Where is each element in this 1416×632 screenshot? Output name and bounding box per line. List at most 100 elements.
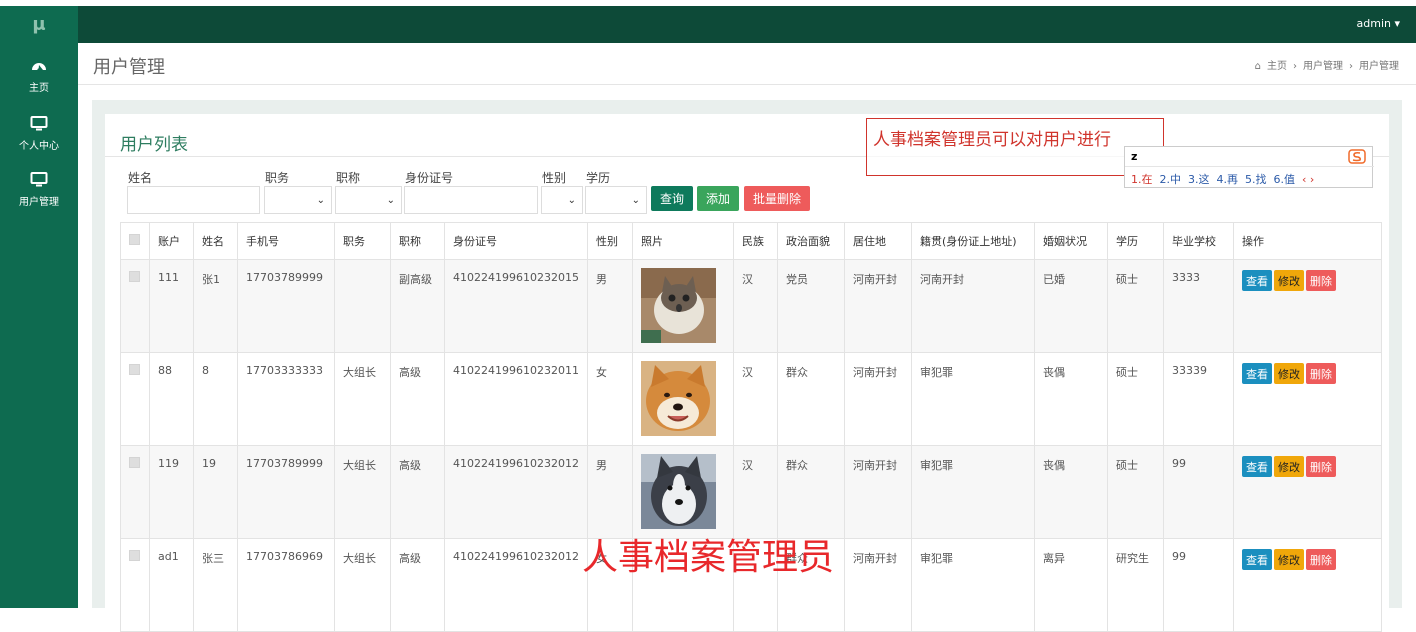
header-cell: 身份证号 bbox=[444, 222, 588, 260]
political-cell: 党员 bbox=[777, 259, 845, 353]
header-cell: 职称 bbox=[390, 222, 445, 260]
search-button[interactable]: 查询 bbox=[651, 186, 693, 211]
row-checkbox[interactable] bbox=[129, 271, 140, 282]
breadcrumb-item[interactable]: 用户管理 bbox=[1303, 61, 1343, 72]
ime-candidate[interactable]: 3.这 bbox=[1188, 173, 1210, 186]
delete-button[interactable]: 删除 bbox=[1306, 363, 1336, 384]
name-cell: 19 bbox=[193, 445, 238, 539]
header-cell: 婚姻状况 bbox=[1034, 222, 1108, 260]
sidebar-item-home[interactable]: 主页 bbox=[0, 50, 78, 100]
native-cell: 审犯罪 bbox=[911, 445, 1035, 539]
education-cell: 研究生 bbox=[1107, 538, 1164, 632]
position-cell bbox=[334, 259, 391, 353]
photo-cell bbox=[632, 445, 734, 539]
residence-cell: 河南开封 bbox=[844, 352, 912, 446]
idcard-cell: 410224199610232012 bbox=[444, 445, 588, 539]
table-row: 88 8 17703333333 大组长 高级 4102241996102320… bbox=[120, 352, 1382, 446]
header-cell: 姓名 bbox=[193, 222, 238, 260]
row-select-cell bbox=[120, 352, 150, 446]
chevron-down-icon: ⌄ bbox=[567, 195, 576, 206]
name-input[interactable] bbox=[127, 186, 260, 214]
sidebar-item-user-management[interactable]: 用户管理 bbox=[0, 164, 78, 214]
chevron-right-icon: › bbox=[1349, 61, 1353, 72]
view-button[interactable]: 查看 bbox=[1242, 456, 1272, 477]
delete-button[interactable]: 删除 bbox=[1306, 456, 1336, 477]
annotation-text: 人事档案管理员可以对用户进行 bbox=[873, 130, 1111, 150]
page-title: 用户管理 bbox=[93, 57, 165, 78]
annotation-box: 人事档案管理员可以对用户进行 bbox=[866, 118, 1164, 176]
rank-cell: 高级 bbox=[390, 538, 445, 632]
idcard-label: 身份证号 bbox=[405, 171, 454, 185]
row-checkbox[interactable] bbox=[129, 550, 140, 561]
app-logo: μ bbox=[32, 14, 46, 35]
user-menu[interactable]: admin ▾ bbox=[1357, 17, 1400, 30]
account-cell: 119 bbox=[149, 445, 194, 539]
account-cell: 111 bbox=[149, 259, 194, 353]
ime-candidate[interactable]: 4.再 bbox=[1217, 173, 1239, 186]
account-cell: ad1 bbox=[149, 538, 194, 632]
ethnic-cell: 汉 bbox=[733, 259, 778, 353]
ime-page-arrows[interactable]: ‹ › bbox=[1302, 173, 1314, 186]
header-cell: 学历 bbox=[1107, 222, 1164, 260]
monitor-icon bbox=[30, 115, 48, 130]
sogou-icon bbox=[1348, 149, 1366, 164]
ime-candidate[interactable]: 6.值 bbox=[1274, 173, 1296, 186]
school-cell: 99 bbox=[1163, 538, 1234, 632]
sidebar-item-label: 个人中心 bbox=[19, 140, 59, 152]
delete-button[interactable]: 删除 bbox=[1306, 270, 1336, 291]
native-cell: 审犯罪 bbox=[911, 538, 1035, 632]
political-cell: 群众 bbox=[777, 445, 845, 539]
batch-delete-button[interactable]: 批量删除 bbox=[744, 186, 810, 211]
view-button[interactable]: 查看 bbox=[1242, 549, 1272, 570]
row-select-cell bbox=[120, 445, 150, 539]
ime-candidate[interactable]: 2.中 bbox=[1160, 173, 1182, 186]
header-cell: 职务 bbox=[334, 222, 391, 260]
add-button[interactable]: 添加 bbox=[697, 186, 739, 211]
row-checkbox[interactable] bbox=[129, 457, 140, 468]
header-cell: 操作 bbox=[1233, 222, 1382, 260]
rank-select[interactable]: ⌄ bbox=[335, 186, 402, 214]
position-select[interactable]: ⌄ bbox=[264, 186, 332, 214]
edit-button[interactable]: 修改 bbox=[1274, 549, 1304, 570]
gender-cell: 男 bbox=[587, 259, 633, 353]
school-cell: 99 bbox=[1163, 445, 1234, 539]
dashboard-icon bbox=[32, 62, 46, 72]
political-cell: 群众 bbox=[777, 352, 845, 446]
school-cell: 3333 bbox=[1163, 259, 1234, 353]
education-label: 学历 bbox=[586, 171, 611, 185]
view-button[interactable]: 查看 bbox=[1242, 270, 1272, 291]
edit-button[interactable]: 修改 bbox=[1274, 363, 1304, 384]
position-cell: 大组长 bbox=[334, 352, 391, 446]
header-cell: 性别 bbox=[587, 222, 633, 260]
education-select[interactable]: ⌄ bbox=[585, 186, 647, 214]
select-all-checkbox[interactable] bbox=[129, 234, 140, 245]
marital-cell: 丧偶 bbox=[1034, 352, 1108, 446]
shiba-photo bbox=[641, 361, 716, 436]
marital-cell: 丧偶 bbox=[1034, 445, 1108, 539]
residence-cell: 河南开封 bbox=[844, 445, 912, 539]
ime-candidate[interactable]: 5.找 bbox=[1245, 173, 1267, 186]
chevron-down-icon: ⌄ bbox=[316, 195, 325, 206]
sidebar: μ 主页 个人中心 用户管理 bbox=[0, 6, 78, 608]
chevron-down-icon: ⌄ bbox=[631, 195, 640, 206]
view-button[interactable]: 查看 bbox=[1242, 363, 1272, 384]
row-checkbox[interactable] bbox=[129, 364, 140, 375]
position-label: 职务 bbox=[265, 171, 290, 185]
breadcrumb-home[interactable]: 主页 bbox=[1267, 61, 1287, 72]
delete-button[interactable]: 删除 bbox=[1306, 549, 1336, 570]
header-cell: 政治面貌 bbox=[777, 222, 845, 260]
edit-button[interactable]: 修改 bbox=[1274, 270, 1304, 291]
sidebar-item-profile[interactable]: 个人中心 bbox=[0, 108, 78, 158]
divider bbox=[1125, 166, 1374, 167]
position-cell: 大组长 bbox=[334, 538, 391, 632]
native-cell: 河南开封 bbox=[911, 259, 1035, 353]
gender-cell: 男 bbox=[587, 445, 633, 539]
header-cell: 籍贯(身份证上地址) bbox=[911, 222, 1035, 260]
idcard-cell: 410224199610232012 bbox=[444, 538, 588, 632]
gender-select[interactable]: ⌄ bbox=[541, 186, 583, 214]
edit-button[interactable]: 修改 bbox=[1274, 456, 1304, 477]
phone-cell: 17703789999 bbox=[237, 259, 335, 353]
ime-candidate[interactable]: 1.在 bbox=[1131, 173, 1153, 186]
idcard-input[interactable] bbox=[404, 186, 538, 214]
name-cell: 张1 bbox=[193, 259, 238, 353]
